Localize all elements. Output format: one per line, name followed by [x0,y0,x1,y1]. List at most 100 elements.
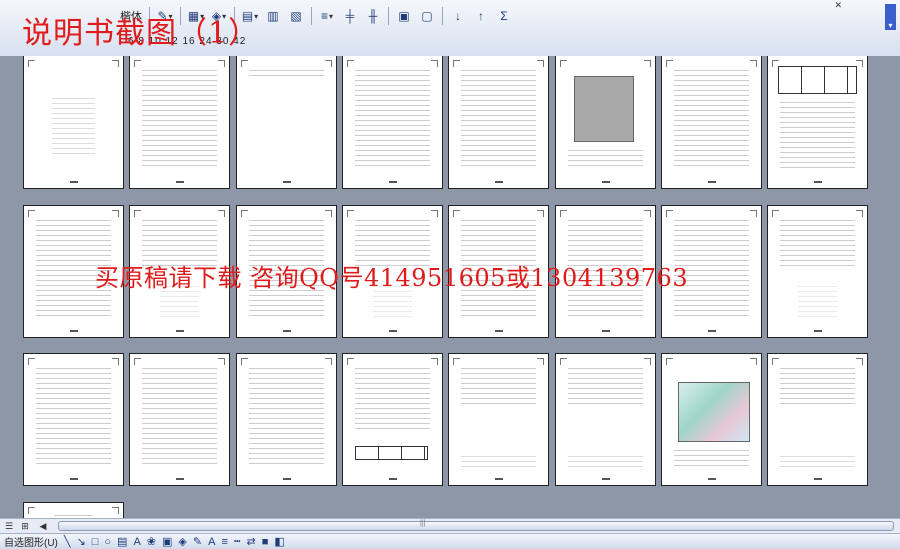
window-close-icon[interactable]: ✕ [834,0,842,11]
page-number-mark [283,330,291,332]
page-thumbnail[interactable] [342,353,443,486]
page-corner-mark [750,358,757,365]
page-corner-mark [560,60,567,67]
page-corner-mark [134,210,141,217]
normal-view-icon[interactable]: ☰ [2,520,16,532]
page-number-mark [602,181,610,183]
show-gridlines-icon[interactable]: ▢ [417,6,437,26]
autoshapes-menu[interactable]: 自选图形(U) [4,534,58,549]
sort-ascending-icon[interactable]: ↓ [448,6,468,26]
page-corner-mark [772,358,779,365]
distribute-rows-icon[interactable]: ╪ [340,6,360,26]
page-text-lines [249,68,324,78]
dash-style-icon[interactable]: ┅ [234,535,241,548]
page-thumbnail[interactable] [129,56,230,189]
page-corner-mark [750,210,757,217]
page-text-lines [36,366,111,467]
clipart-icon[interactable]: ❀ [147,535,156,548]
toolbar-options-chevron-icon[interactable]: ▾ [885,4,896,30]
align-icon[interactable]: ≡ [317,6,337,26]
page-corner-mark [218,210,225,217]
page-number-mark [814,478,822,480]
page-number-mark [176,330,184,332]
picture-icon[interactable]: ▣ [162,535,172,548]
page-text-lines [568,454,643,467]
page-figure [574,76,634,142]
textbox-tool-icon[interactable]: ▤ [117,535,127,548]
page-corner-mark [112,358,119,365]
page-text-lines [52,96,95,158]
page-thumbnail[interactable] [661,56,762,189]
page-text-lines [780,100,855,170]
page-corner-mark [537,60,544,67]
line-style-icon[interactable]: ≡ [221,536,227,548]
page-thumbnail[interactable] [342,56,443,189]
toolbar-separator [311,7,312,25]
shadow-icon[interactable]: ■ [262,536,269,548]
autosum-icon[interactable]: Σ [494,6,514,26]
page-thumbnail[interactable] [767,353,868,486]
insert-table-icon[interactable]: ▥ [263,6,283,26]
page-thumbnail[interactable] [23,56,124,189]
font-color-icon[interactable]: A [208,536,215,548]
formatting-toolbar: 楷体 ✎ ▦ ◈ ▤ ▥ ▧ ≡ ╪ ╫ ▣ ▢ ↓ ↑ Σ 6 8 10 12… [0,0,900,57]
page-corner-mark [453,60,460,67]
page-text-lines [674,68,749,170]
page-number-mark [389,181,397,183]
page-corner-mark [218,358,225,365]
page-corner-mark [431,60,438,67]
page-thumbnail[interactable] [555,353,656,486]
page-number-mark [283,181,291,183]
page-corner-mark [241,60,248,67]
page-thumbnail[interactable] [448,56,549,189]
page-text-lines [355,68,430,170]
fill-icon[interactable]: ◈ [178,535,186,548]
page-thumbnail[interactable] [236,56,337,189]
wordart-icon[interactable]: A [133,536,140,548]
scrollbar-thumb[interactable] [58,521,894,531]
page-corner-mark [431,358,438,365]
page-corner-mark [28,60,35,67]
sort-descending-icon[interactable]: ↑ [471,6,491,26]
page-number-mark [495,181,503,183]
page-thumbnail[interactable] [23,353,124,486]
page-corner-mark [666,60,673,67]
autoformat-icon[interactable]: ▣ [394,6,414,26]
page-number-mark [70,478,78,480]
page-corner-mark [134,358,141,365]
page-corner-mark [112,507,119,514]
page-number-mark [708,478,716,480]
watermark-text: 买原稿请下载 咨询QQ号414951605或1304139763 [95,264,689,292]
page-number-mark [283,478,291,480]
page-thumbnail[interactable] [767,205,868,338]
page-thumbnail[interactable] [236,353,337,486]
line-color-icon[interactable]: ✎ [193,535,202,548]
page-thumbnail[interactable] [129,353,230,486]
page-corner-mark [453,210,460,217]
page-text-lines [355,366,430,430]
page-number-mark [708,330,716,332]
merge-cells-icon[interactable]: ▧ [286,6,306,26]
web-view-icon[interactable]: ⊞ [18,520,32,532]
page-thumbnail[interactable] [661,353,762,486]
page-thumbnail[interactable] [448,353,549,486]
rectangle-tool-icon[interactable]: □ [92,536,99,548]
page-number-mark [176,181,184,183]
oval-tool-icon[interactable]: ○ [104,536,111,548]
page-corner-mark [856,358,863,365]
page-thumbnail[interactable] [555,56,656,189]
scroll-left-icon[interactable]: ◀ [36,520,50,532]
page-corner-mark [856,60,863,67]
overlay-title: 说明书截图（1） [22,16,260,51]
distribute-columns-icon[interactable]: ╫ [363,6,383,26]
arrow-style-icon[interactable]: ⇄ [247,535,256,548]
page-corner-mark [28,507,35,514]
page-corner-mark [560,210,567,217]
horizontal-scrollbar[interactable]: ☰ ⊞ ◀ ||| [0,518,900,534]
page-text-lines [249,366,324,467]
page-thumbnail[interactable] [767,56,868,189]
arrow-tool-icon[interactable]: ↘ [77,535,86,548]
page-corner-mark [856,210,863,217]
line-tool-icon[interactable]: ╲ [64,535,71,548]
3d-icon[interactable]: ◧ [274,535,284,548]
